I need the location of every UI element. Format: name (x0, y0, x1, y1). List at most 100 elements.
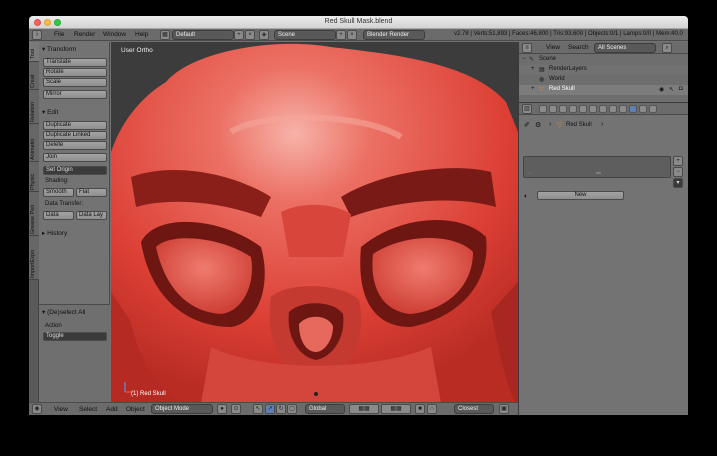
list-dots: ·· (527, 170, 532, 177)
transform-panel-header[interactable]: ▾ Transform (42, 45, 76, 53)
pivot-point-icon[interactable]: ⊙ (231, 404, 241, 414)
tab-tool[interactable]: Tool (29, 42, 39, 62)
outliner-filter-select[interactable]: All Scenes (594, 43, 656, 53)
outliner-row-world[interactable]: ◍ World (519, 75, 688, 85)
scale-button[interactable]: Scale (43, 78, 107, 87)
render-tab-icon[interactable] (539, 105, 547, 113)
properties-editor-icon[interactable]: ▥ (522, 104, 532, 114)
texture-slots-list[interactable]: ·· ═ (523, 156, 671, 178)
scale-manipulator-icon[interactable]: ▢ (287, 404, 297, 414)
set-origin-menu[interactable]: Set Origin (43, 166, 107, 175)
layers-grid-icon[interactable]: ▦▦ (349, 404, 379, 414)
red-skull-expand-icon[interactable]: + (531, 86, 535, 92)
flat-button[interactable]: Flat (76, 188, 107, 197)
manipulator-icon[interactable]: ↖ (253, 404, 263, 414)
outliner-row-scene[interactable]: − ✎ Scene (519, 55, 688, 65)
tab-relations[interactable]: Relation (29, 90, 39, 124)
layers-grid-2-icon[interactable]: ▦▦ (381, 404, 411, 414)
menu-window[interactable]: Window (103, 31, 126, 38)
mirror-button[interactable]: Mirror (43, 90, 107, 99)
selectable-arrow-icon[interactable]: ↖ (669, 86, 674, 93)
render-layers-tab-icon[interactable] (549, 105, 557, 113)
world-row-label: World (549, 76, 565, 82)
remove-scene-icon[interactable]: × (347, 30, 357, 40)
menu-file[interactable]: File (54, 31, 64, 38)
physics-tab-icon[interactable] (649, 105, 657, 113)
menu-view[interactable]: View (54, 406, 68, 413)
delete-button[interactable]: Delete (43, 141, 107, 150)
data-tab-icon[interactable] (609, 105, 617, 113)
data-transfer-button[interactable]: Data (43, 211, 74, 220)
action-select[interactable]: Toggle (43, 332, 107, 341)
remove-layout-icon[interactable]: × (245, 30, 255, 40)
duplicate-linked-button[interactable]: Duplicate Linked (43, 131, 107, 140)
renderlayers-row-label: RenderLayers (549, 66, 587, 72)
tab-grease-pencil[interactable]: Grease Pen (29, 192, 39, 236)
outliner-editor-icon[interactable]: ≡ (522, 43, 532, 53)
outliner-search-icon[interactable]: ⌕ (662, 43, 672, 53)
lock-layer-icon[interactable]: ■ (415, 404, 425, 414)
scene-tree-icon: ✎ (529, 57, 535, 63)
material-tab-icon[interactable] (619, 105, 627, 113)
tab-physics[interactable]: Physic (29, 162, 39, 192)
tab-animation[interactable]: Animatio (29, 124, 39, 162)
duplicate-button[interactable]: Duplicate (43, 121, 107, 130)
render-preview-icon[interactable]: ▣ (499, 404, 509, 414)
object-tab-icon[interactable] (579, 105, 587, 113)
editor-type-icon[interactable]: ◉ (32, 404, 42, 414)
visibility-eye-icon[interactable]: ◉ (659, 86, 664, 93)
constraints-tab-icon[interactable] (589, 105, 597, 113)
screen-layout-icon[interactable]: ▦ (160, 30, 170, 40)
scene-tab-icon[interactable] (559, 105, 567, 113)
deselect-all-header[interactable]: ▾ (De)select All (42, 308, 85, 316)
viewport-shading-icon[interactable]: ● (217, 404, 227, 414)
data-layout-button[interactable]: Data Lay (76, 211, 107, 220)
world-tab-icon[interactable] (569, 105, 577, 113)
snap-target-select[interactable]: Closest (454, 404, 494, 414)
menu-render[interactable]: Render (74, 31, 95, 38)
texture-tab-icon[interactable] (629, 105, 637, 113)
pin-icon[interactable]: ✐ (524, 121, 530, 129)
toolshelf: ▾ Transform Translate Rotate Scale Mirro… (39, 42, 110, 403)
add-scene-icon[interactable]: + (336, 30, 346, 40)
modifiers-tab-icon[interactable] (599, 105, 607, 113)
smooth-button[interactable]: Smooth (43, 188, 74, 197)
add-layout-icon[interactable]: + (234, 30, 244, 40)
list-resize-handle-icon[interactable]: ═ (596, 170, 601, 177)
translate-button[interactable]: Translate (43, 58, 107, 67)
particles-tab-icon[interactable] (639, 105, 647, 113)
rotate-button[interactable]: Rotate (43, 68, 107, 77)
new-texture-button[interactable]: New (537, 191, 624, 200)
tab-create[interactable]: Creat (29, 62, 39, 90)
add-slot-icon[interactable]: + (673, 156, 683, 166)
outliner-row-renderlayers[interactable]: + ▤ RenderLayers (519, 65, 688, 75)
tab-import-export[interactable]: ImportExpo (29, 236, 39, 280)
history-panel-header[interactable]: ▸ History (42, 229, 67, 237)
outliner-row-red-skull[interactable]: + ▽ Red Skull ◉ ↖ ◘ (519, 85, 688, 95)
menu-object[interactable]: Object (126, 406, 145, 413)
scene-expand-icon[interactable]: − (522, 56, 526, 62)
menu-add[interactable]: Add (106, 406, 118, 413)
join-button[interactable]: Join (43, 153, 107, 162)
menu-select[interactable]: Select (79, 406, 97, 413)
transform-orientation-select[interactable]: Global (305, 404, 345, 414)
translate-manipulator-icon[interactable]: ↗ (265, 404, 275, 414)
scene-icon[interactable]: ◈ (259, 30, 269, 40)
slot-menu-icon[interactable]: ▾ (673, 178, 683, 188)
outliner-menu-view[interactable]: View (546, 44, 560, 51)
render-camera-icon[interactable]: ◘ (679, 86, 683, 92)
menu-help[interactable]: Help (135, 31, 148, 38)
scene-field[interactable]: Scene (274, 30, 336, 40)
render-engine-select[interactable]: Blender Render (363, 30, 425, 40)
screen-layout-field[interactable]: Default (172, 30, 234, 40)
mode-select[interactable]: Object Mode (151, 404, 213, 414)
info-editor-icon[interactable]: i (32, 30, 42, 40)
edit-panel-header[interactable]: ▾ Edit (42, 108, 58, 116)
rotate-manipulator-icon[interactable]: ↻ (276, 404, 286, 414)
3d-viewport[interactable]: User Ortho (1) Red Skull (111, 42, 518, 403)
snap-icon[interactable]: ∩ (427, 404, 437, 414)
texture-type-icon[interactable]: ◐ (524, 193, 528, 200)
remove-slot-icon[interactable]: − (673, 167, 683, 177)
renderlayers-expand-icon[interactable]: + (531, 66, 535, 72)
outliner-menu-search[interactable]: Search (568, 44, 589, 51)
